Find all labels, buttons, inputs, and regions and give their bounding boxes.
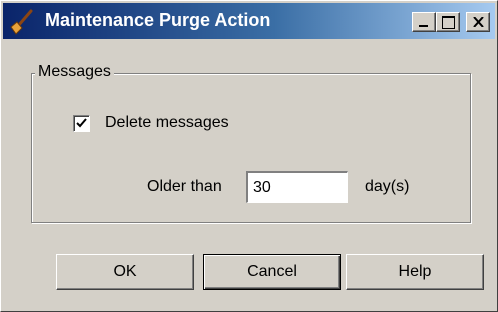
broom-icon: [7, 9, 35, 35]
close-icon[interactable]: [466, 12, 490, 32]
days-unit-label: day(s): [365, 178, 410, 195]
minimize-icon[interactable]: [412, 12, 436, 32]
ok-button[interactable]: OK: [56, 254, 194, 290]
title-bar[interactable]: Maintenance Purge Action: [3, 3, 495, 39]
help-button[interactable]: Help: [346, 254, 484, 290]
cancel-button[interactable]: Cancel: [203, 254, 341, 290]
older-than-label: Older than: [147, 178, 222, 195]
days-input[interactable]: [246, 171, 348, 203]
dialog-window: Maintenance Purge Action Messages Delete…: [0, 0, 498, 312]
maximize-icon[interactable]: [436, 12, 460, 32]
messages-group-label: Messages: [35, 63, 114, 81]
delete-messages-label[interactable]: Delete messages: [105, 114, 229, 132]
delete-messages-checkbox[interactable]: [73, 115, 90, 132]
window-title: Maintenance Purge Action: [45, 10, 271, 30]
